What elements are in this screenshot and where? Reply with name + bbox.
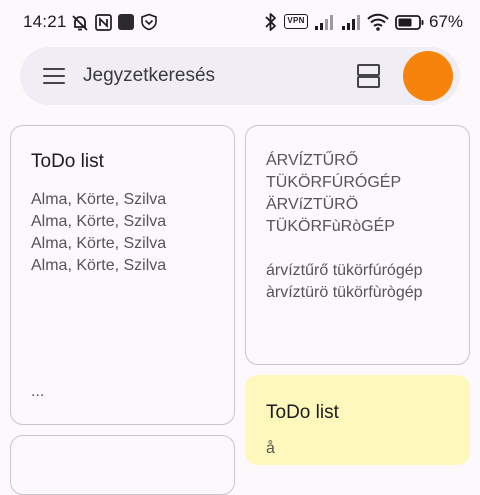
- note-card[interactable]: ÁRVÍZTŰRŐ TÜKÖRFÚRÓGÉP ÄRVíZTÜRÖ TÜKÖRFù…: [245, 125, 470, 365]
- note-card[interactable]: ToDo list Alma, Körte, Szilva Alma, Kört…: [10, 125, 235, 425]
- note-title: ToDo list: [266, 402, 339, 423]
- vpn-icon: VPN: [284, 14, 308, 29]
- status-time: 14:21: [23, 12, 67, 31]
- note-body: å: [266, 440, 275, 457]
- wifi-icon: [367, 13, 389, 31]
- note-title: ToDo list: [31, 151, 104, 172]
- note-card[interactable]: [10, 435, 235, 495]
- battery-icon: [395, 15, 424, 30]
- search-input[interactable]: Jegyzetkeresés: [83, 65, 215, 87]
- note-body: Alma, Körte, Szilva Alma, Körte, Szilva …: [31, 191, 167, 274]
- signal-icon: [342, 15, 360, 30]
- nfc-icon: [95, 14, 112, 31]
- search-bar[interactable]: Jegyzetkeresés: [20, 47, 460, 105]
- avatar[interactable]: [403, 51, 453, 101]
- signal-icon: [315, 15, 333, 30]
- hamburger-menu-icon[interactable]: [43, 68, 65, 84]
- muted-bell-icon: [72, 15, 88, 31]
- note-card[interactable]: ToDo list å: [245, 375, 470, 465]
- list-view-icon[interactable]: [356, 64, 380, 88]
- note-ellipsis: ...: [31, 383, 45, 400]
- shield-icon: [141, 13, 157, 31]
- bluetooth-icon: [265, 13, 276, 31]
- app-square-icon: [118, 14, 134, 30]
- status-bar: 14:21 VPN 67%: [0, 0, 480, 44]
- battery-percent: 67%: [429, 12, 464, 31]
- note-body: ÁRVÍZTŰRŐ TÜKÖRFÚRÓGÉP ÄRVíZTÜRÖ TÜKÖRFù…: [266, 152, 423, 301]
